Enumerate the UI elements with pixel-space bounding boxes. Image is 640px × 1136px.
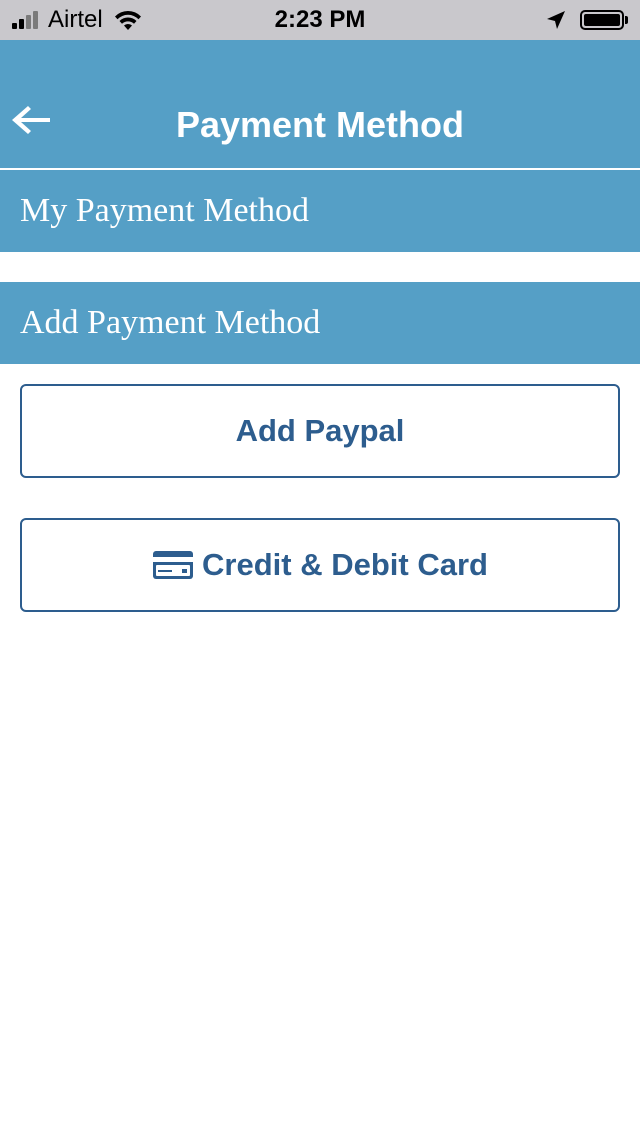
status-right bbox=[546, 0, 628, 40]
nav-bar: Payment Method bbox=[0, 40, 640, 168]
credit-debit-card-label: Credit & Debit Card bbox=[202, 547, 488, 582]
location-arrow-icon bbox=[547, 11, 565, 29]
credit-card-icon bbox=[153, 551, 194, 579]
status-time: 2:23 PM bbox=[274, 6, 366, 33]
battery-icon bbox=[580, 10, 624, 30]
battery-tip bbox=[625, 16, 628, 24]
page-title: Payment Method bbox=[175, 104, 465, 145]
section-header-add-payment-method: Add Payment Method bbox=[0, 282, 640, 364]
add-paypal-button[interactable]: Add Paypal bbox=[20, 384, 620, 478]
section-header-my-payment-method: My Payment Method bbox=[0, 170, 640, 252]
add-paypal-label: Add Paypal bbox=[235, 413, 405, 448]
status-bar: Airtel 2:23 PM bbox=[0, 0, 640, 40]
credit-debit-card-button[interactable]: Credit & Debit Card bbox=[20, 518, 620, 612]
